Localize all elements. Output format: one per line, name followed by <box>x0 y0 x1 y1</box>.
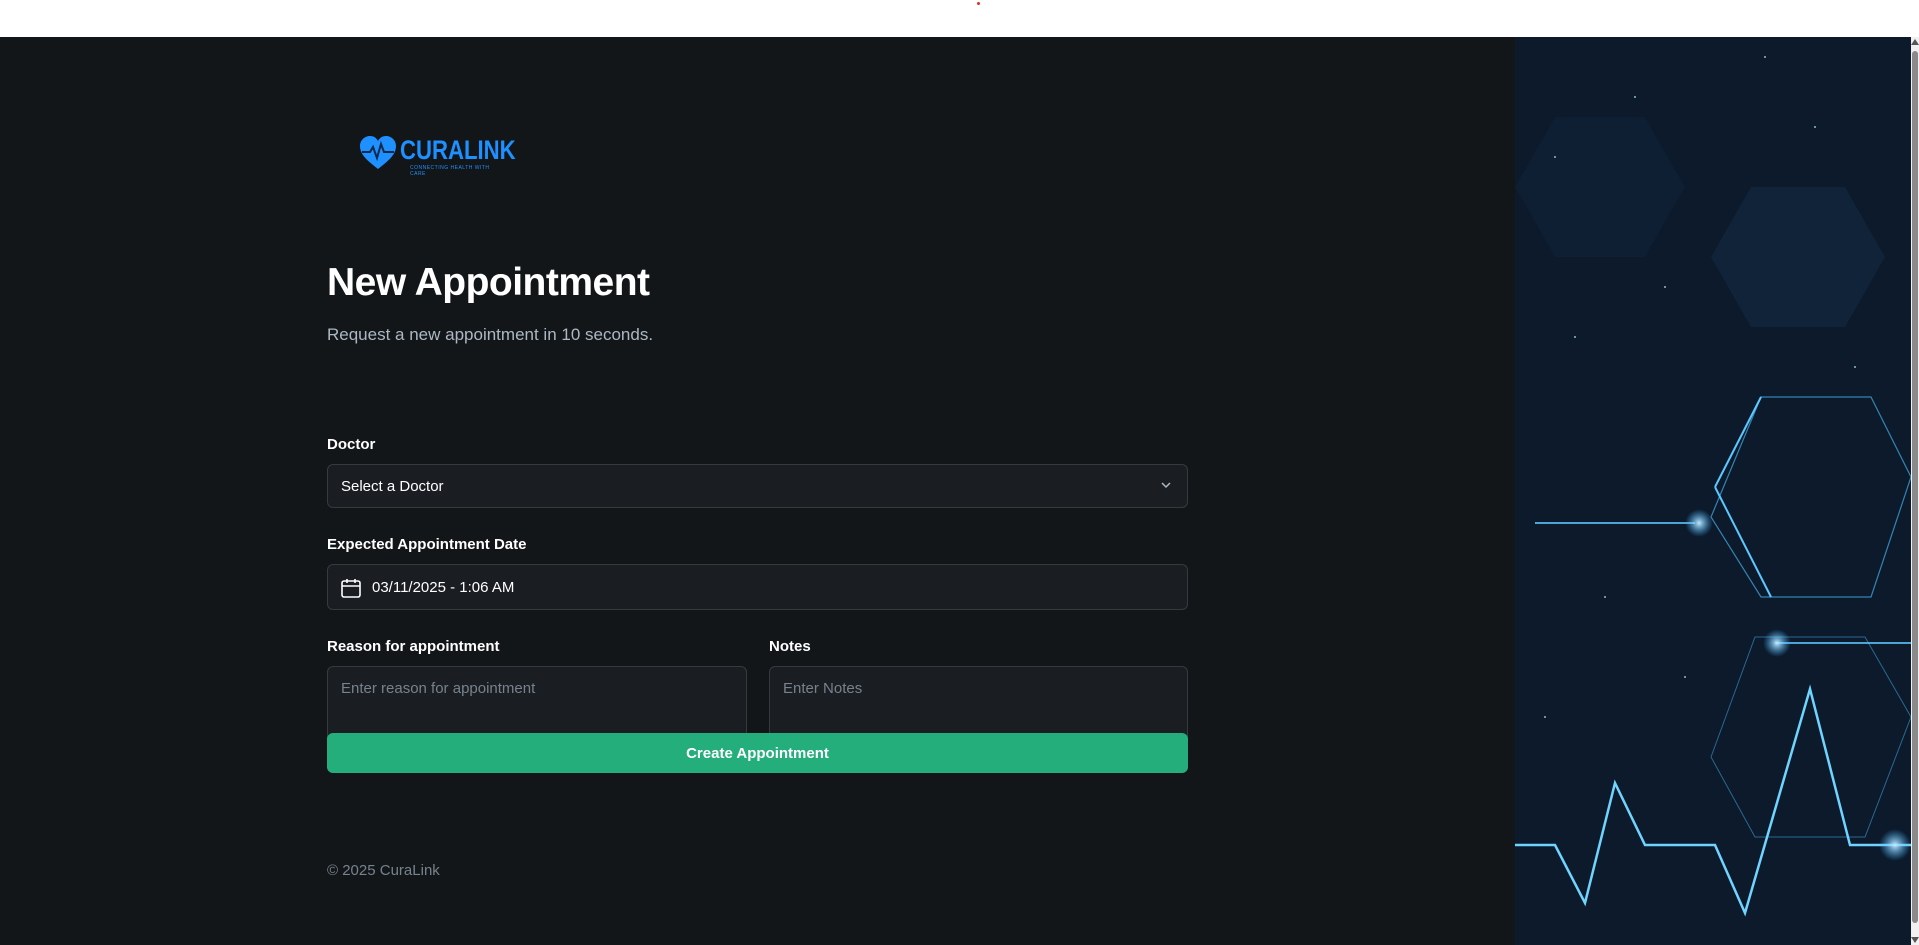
appointment-page: CURALINK CONNECTING HEALTH WITH CARE New… <box>0 37 1919 945</box>
heartbeat-hexagon-illustration <box>1515 37 1911 945</box>
chevron-down-icon <box>1161 482 1171 489</box>
vertical-scrollbar[interactable] <box>1911 37 1919 945</box>
appointment-date-label: Expected Appointment Date <box>327 536 527 553</box>
appointment-date-value: 03/11/2025 - 1:06 AM <box>372 579 515 596</box>
browser-top-strip <box>0 0 1919 37</box>
form-panel: CURALINK CONNECTING HEALTH WITH CARE New… <box>0 37 1515 945</box>
scroll-down-arrow-icon[interactable] <box>1911 937 1919 943</box>
notes-label: Notes <box>769 638 811 655</box>
page-subtitle: Request a new appointment in 10 seconds. <box>327 325 654 344</box>
scroll-up-arrow-icon[interactable] <box>1911 39 1919 45</box>
page-title: New Appointment <box>327 261 650 304</box>
loading-indicator-dot <box>977 2 980 5</box>
appointment-date-picker[interactable]: 03/11/2025 - 1:06 AM <box>327 564 1188 610</box>
reason-placeholder: Enter reason for appointment <box>341 680 536 697</box>
doctor-select[interactable]: Select a Doctor <box>327 464 1188 508</box>
logo-tagline: CONNECTING HEALTH WITH CARE <box>410 165 490 177</box>
medical-background-image <box>1515 37 1911 945</box>
logo-wordmark: CURALINK <box>400 135 516 165</box>
footer-copyright: © 2025 CuraLink <box>327 862 440 879</box>
scrollbar-thumb[interactable] <box>1912 51 1918 923</box>
reason-label: Reason for appointment <box>327 638 500 655</box>
notes-placeholder: Enter Notes <box>783 680 863 697</box>
calendar-icon <box>341 579 361 598</box>
doctor-label: Doctor <box>327 436 376 453</box>
curalink-logo[interactable]: CURALINK CONNECTING HEALTH WITH CARE <box>358 127 516 177</box>
heart-pulse-icon <box>360 136 396 169</box>
doctor-select-value: Select a Doctor <box>341 478 444 495</box>
create-appointment-button[interactable]: Create Appointment <box>327 733 1188 773</box>
